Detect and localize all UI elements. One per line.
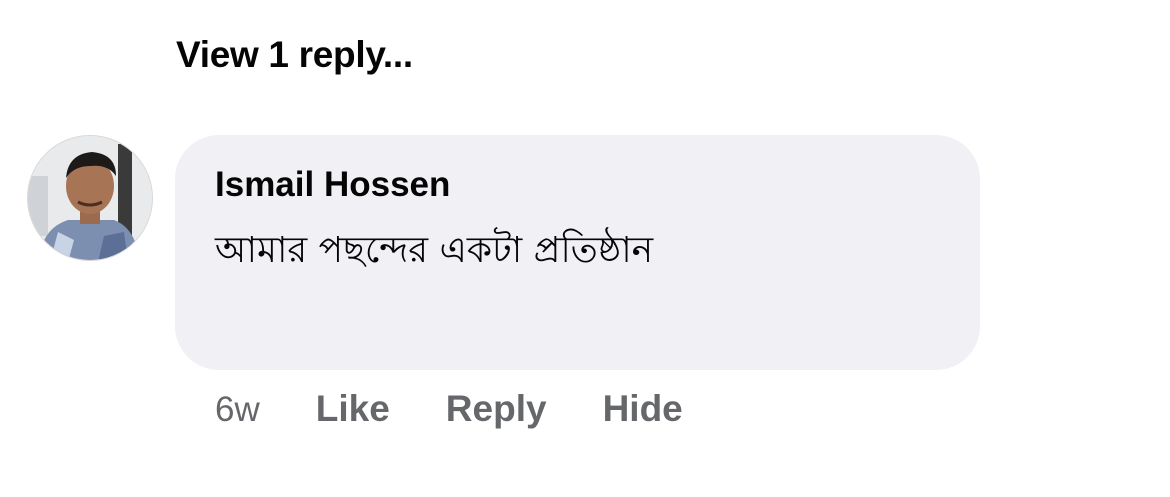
comment-timestamp[interactable]: 6w [215,390,260,430]
avatar[interactable] [27,135,153,261]
hide-button[interactable]: Hide [603,388,683,430]
reply-button[interactable]: Reply [446,388,547,430]
like-button[interactable]: Like [316,388,390,430]
comment-text: আমার পছন্দের একটা প্রতিষ্ঠান [215,230,654,271]
comment-actions: 6w Like Reply Hide [215,388,739,430]
comment-thread: View 1 reply... Ismail Hossen আমার পছন্দ… [0,0,1170,497]
comment-bubble: Ismail Hossen আমার পছন্দের একটা প্রতিষ্ঠ… [175,135,980,370]
avatar-photo-icon [28,136,152,260]
view-replies-link[interactable]: View 1 reply... [176,34,413,76]
comment-author-name[interactable]: Ismail Hossen [215,165,450,205]
